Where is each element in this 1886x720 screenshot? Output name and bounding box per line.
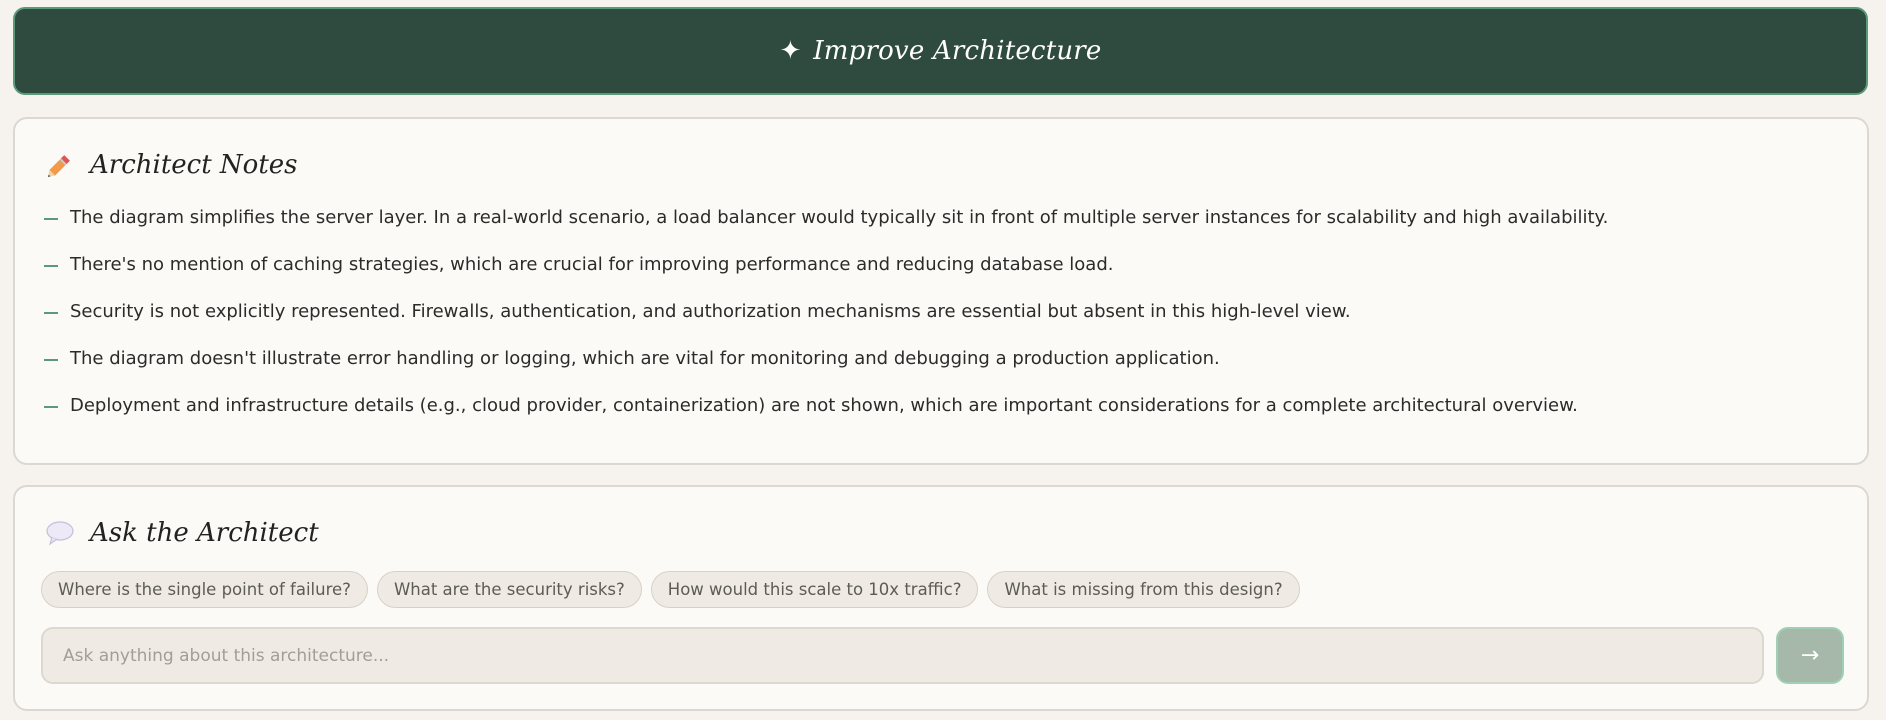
note-text: Security is not explicitly represented. …: [70, 301, 1351, 322]
note-text: The diagram simplifies the server layer.…: [70, 207, 1609, 228]
send-button[interactable]: →: [1776, 627, 1844, 684]
ask-input-row: →: [41, 627, 1844, 684]
dash-bullet-icon: [44, 312, 58, 314]
dash-bullet-icon: [44, 218, 58, 220]
suggestion-chip[interactable]: Where is the single point of failure?: [41, 571, 368, 608]
arrow-right-icon: →: [1800, 643, 1820, 668]
architect-notes-header: Architect Notes: [44, 149, 298, 181]
pencil-icon: [47, 155, 70, 178]
note-text: The diagram doesn't illustrate error han…: [70, 348, 1220, 369]
improve-architecture-button[interactable]: ✦ Improve Architecture: [13, 7, 1868, 95]
ask-input[interactable]: [41, 627, 1764, 684]
architect-notes-card: Architect Notes The diagram simplifies t…: [13, 117, 1869, 465]
suggestion-chips: Where is the single point of failure? Wh…: [41, 571, 1300, 608]
list-item: The diagram doesn't illustrate error han…: [44, 348, 1608, 395]
sparkle-icon: ✦: [779, 36, 802, 66]
speech-bubble-icon: [46, 521, 74, 546]
suggestion-chip[interactable]: How would this scale to 10x traffic?: [650, 571, 979, 608]
list-item: Deployment and infrastructure details (e…: [44, 395, 1608, 442]
improve-architecture-label: Improve Architecture: [813, 36, 1102, 66]
dash-bullet-icon: [44, 265, 58, 267]
dash-bullet-icon: [44, 359, 58, 361]
list-item: The diagram simplifies the server layer.…: [44, 207, 1608, 254]
list-item: There's no mention of caching strategies…: [44, 254, 1608, 301]
banner-content: ✦ Improve Architecture: [779, 36, 1101, 66]
note-text: There's no mention of caching strategies…: [70, 254, 1114, 275]
suggestion-chip[interactable]: What are the security risks?: [376, 571, 642, 608]
page: ✦ Improve Architecture Architect Notes T…: [0, 0, 1886, 720]
note-text: Deployment and infrastructure details (e…: [70, 395, 1578, 416]
ask-architect-card: Ask the Architect Where is the single po…: [13, 485, 1869, 711]
suggestion-chip[interactable]: What is missing from this design?: [987, 571, 1300, 608]
ask-architect-header: Ask the Architect: [44, 517, 319, 549]
ask-architect-title: Ask the Architect: [90, 518, 319, 548]
list-item: Security is not explicitly represented. …: [44, 301, 1608, 348]
architect-notes-list: The diagram simplifies the server layer.…: [44, 207, 1608, 442]
dash-bullet-icon: [44, 406, 58, 408]
architect-notes-title: Architect Notes: [90, 150, 298, 180]
